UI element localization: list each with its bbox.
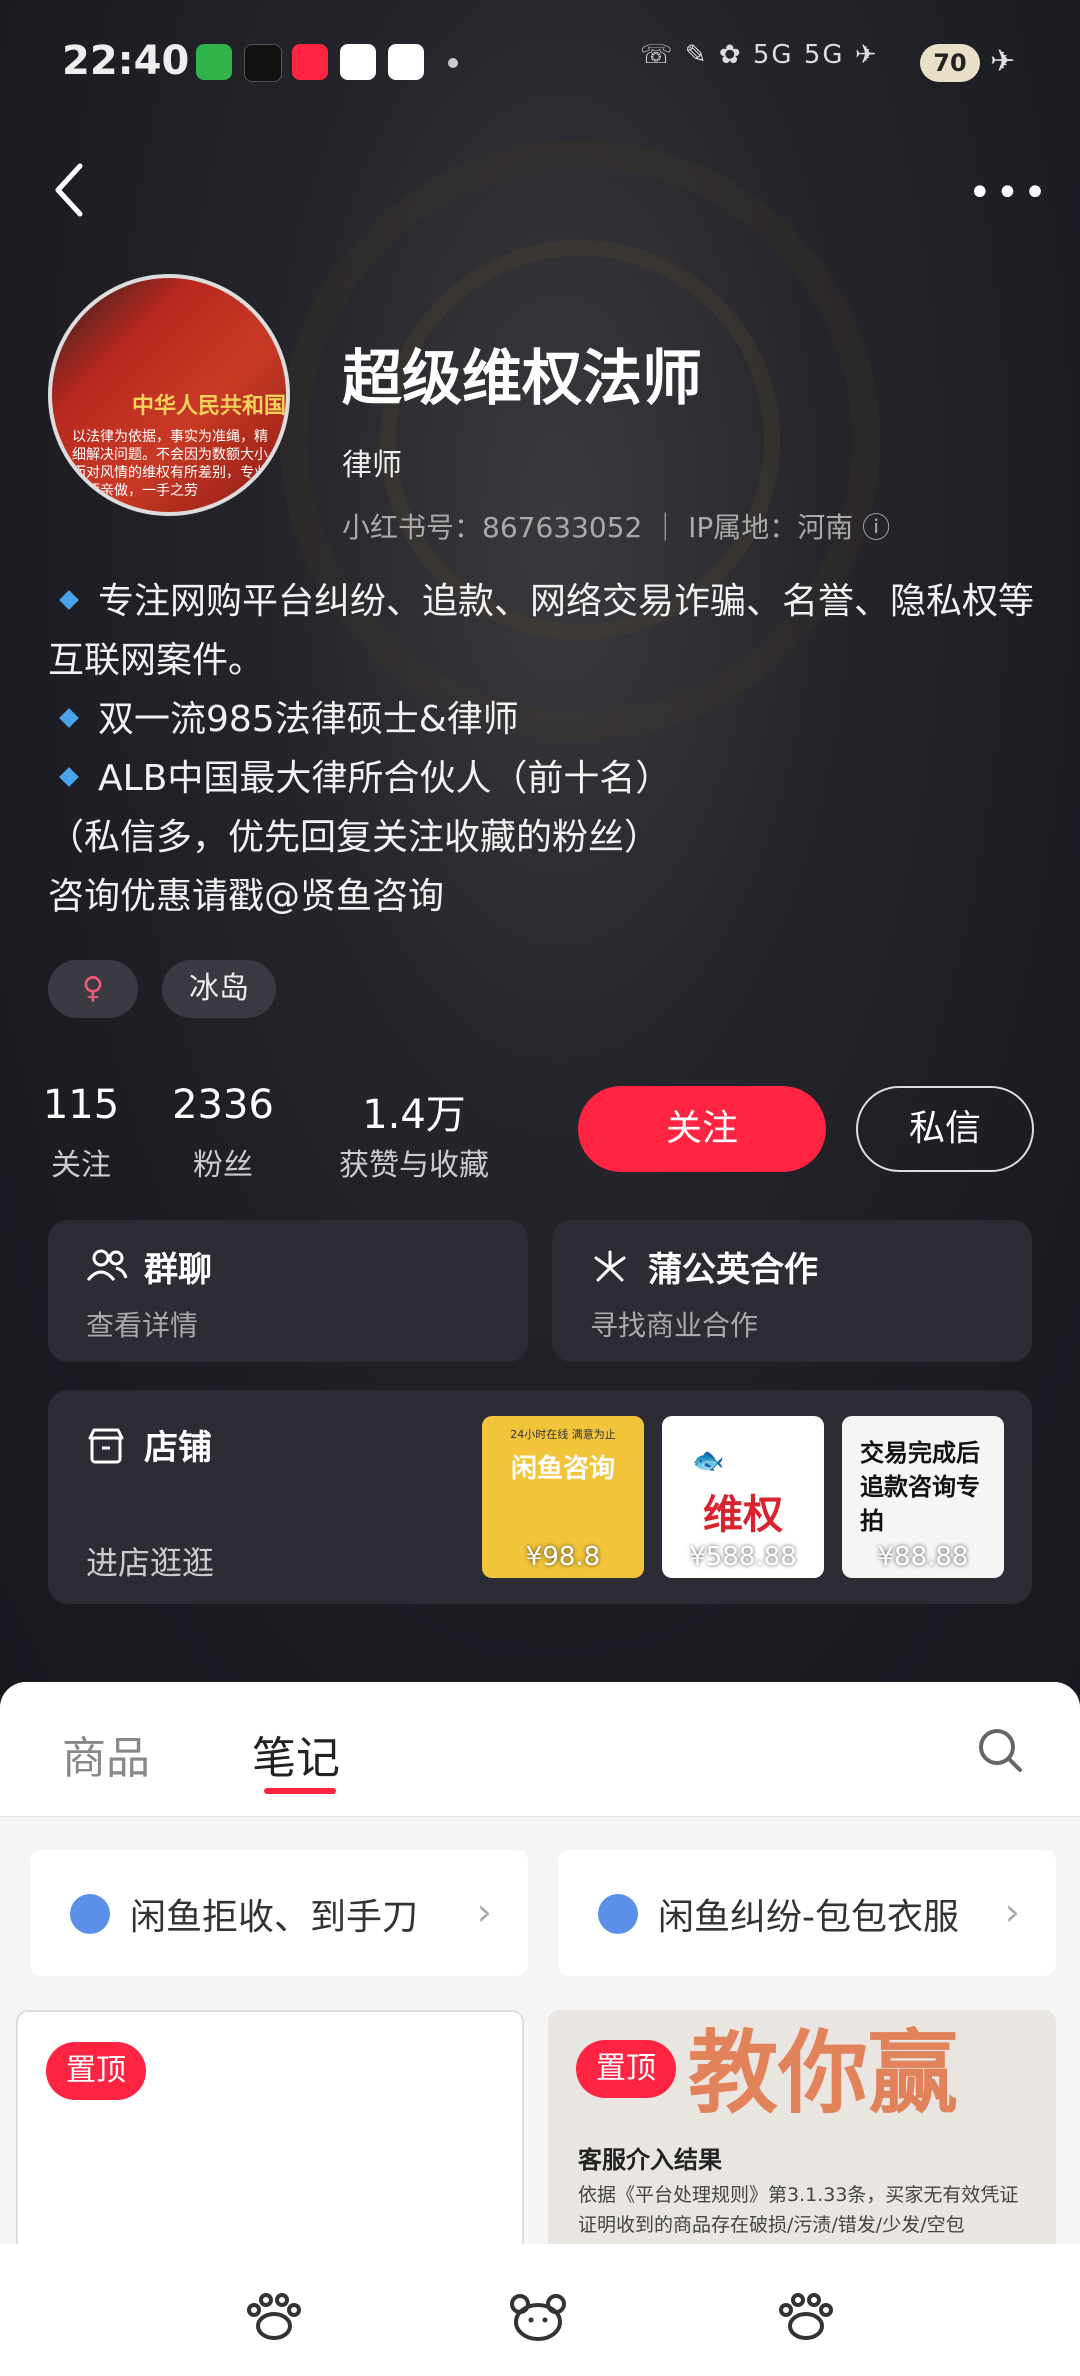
product-thumb-2[interactable]: 🐟 维权 ¥588.88: [662, 1416, 824, 1578]
collection-icon: [70, 1894, 110, 1934]
more-options-icon[interactable]: •••: [968, 170, 1051, 216]
message-button[interactable]: 私信: [856, 1086, 1034, 1172]
note-body: 依据《平台处理规则》第3.1.33条，买家无有效凭证证明收到的商品存在破损/污渍…: [578, 2184, 1019, 2236]
tiktok-icon: [244, 44, 282, 82]
diamond-icon: [59, 767, 79, 787]
product-price: ¥588.88: [689, 1542, 797, 1572]
tab-notes[interactable]: 笔记: [252, 1722, 340, 1786]
gender-tag: ♀: [48, 960, 138, 1018]
bear-icon[interactable]: [508, 2292, 568, 2342]
charging-icon: ✈: [990, 44, 1016, 79]
product-price: ¥98.8: [525, 1542, 601, 1572]
group-icon: [86, 1249, 128, 1281]
note-heading: 客服介入结果: [578, 2146, 722, 2174]
diamond-icon: [59, 708, 79, 728]
battery-indicator: 70: [920, 44, 980, 82]
collection-icon: [598, 1894, 638, 1934]
product-price: ¥88.88: [877, 1542, 969, 1572]
bio-line: 双一流985法律硕士&律师: [48, 690, 1038, 749]
chevron-right-icon: ›: [1004, 1890, 1020, 1934]
dandelion-icon: [594, 1250, 626, 1282]
following-label: 关注: [51, 1148, 111, 1183]
collection-item[interactable]: 闲鱼纠纷-包包衣服 ›: [558, 1850, 1056, 1976]
avatar[interactable]: 中华人民共和国 以法律为依据，事实为准绳，精细解决问题。不会因为数额大小而对风情…: [48, 274, 290, 516]
note-big-text: 教你赢: [688, 2021, 958, 2126]
chevron-right-icon: ›: [476, 1890, 492, 1934]
app-icon: [340, 44, 376, 80]
pinned-badge: 置顶: [576, 2040, 676, 2098]
group-chat-sub: 查看详情: [86, 1309, 199, 1342]
shop-icon: [88, 1428, 124, 1464]
search-icon[interactable]: [976, 1726, 1024, 1774]
xiaohongshu-icon: [292, 44, 328, 80]
followers-count[interactable]: 2336: [166, 1082, 280, 1128]
signal-icons: ☏ ✎ ✿ 5G 5G ✈: [640, 40, 879, 70]
profile-name: 超级维权法师: [342, 344, 702, 414]
followers-label: 粉丝: [193, 1148, 253, 1183]
bio-line: ALB中国最大律所合伙人（前十名）: [48, 749, 1038, 808]
baidu-netdisk-icon: [388, 44, 424, 80]
likes-count[interactable]: 1.4万: [324, 1082, 504, 1140]
product-thumb-1[interactable]: 24小时在线 满意为止 闲鱼咨询 ¥98.8: [482, 1416, 644, 1578]
likes-label: 获赞与收藏: [339, 1148, 489, 1183]
bio-line: （私信多，优先回复关注收藏的粉丝）: [48, 817, 661, 858]
paw-icon[interactable]: [776, 2292, 836, 2342]
bio-line[interactable]: 咨询优惠请戳@贤鱼咨询: [48, 867, 1038, 926]
back-arrow-icon[interactable]: [50, 160, 90, 220]
following-count[interactable]: 115: [38, 1082, 124, 1128]
wechat-icon: [196, 44, 232, 80]
dandelion-card[interactable]: 蒲公英合作 寻找商业合作: [552, 1220, 1032, 1362]
bottom-nav: [0, 2244, 1080, 2376]
avatar-subtext: 以法律为依据，事实为准绳，精细解决问题。不会因为数额大小而对风情的维权有所差别，…: [72, 429, 268, 499]
group-chat-card[interactable]: 群聊 查看详情: [48, 1220, 528, 1362]
profile-id-ip: 小红书号：867633052 ｜ IP属地：河南 ⓘ: [342, 511, 891, 544]
follow-button[interactable]: 关注: [578, 1086, 826, 1172]
collection-item[interactable]: 闲鱼拒收、到手刀 ›: [30, 1850, 528, 1976]
shop-title: 店铺: [144, 1428, 212, 1468]
paw-icon[interactable]: [244, 2292, 304, 2342]
dandelion-title: 蒲公英合作: [648, 1250, 818, 1290]
pinned-badge: 置顶: [46, 2042, 146, 2100]
group-chat-title: 群聊: [144, 1250, 212, 1290]
tab-bar: 商品 笔记: [0, 1682, 1080, 1817]
diamond-icon: [59, 590, 79, 610]
fish-icon: 🐟: [692, 1446, 725, 1476]
profile-role: 律师: [342, 448, 402, 483]
status-time: 22:40: [62, 38, 190, 84]
shop-sub: 进店逛逛: [86, 1544, 215, 1582]
more-notifications-dot: [448, 58, 458, 68]
tab-goods[interactable]: 商品: [62, 1722, 150, 1786]
bio-line: 专注网购平台纠纷、追款、网络交易诈骗、名誉、隐私权等互联网案件。: [48, 581, 1035, 681]
dandelion-sub: 寻找商业合作: [590, 1309, 759, 1342]
product-thumb-3[interactable]: 交易完成后追款咨询专拍 ¥88.88: [842, 1416, 1004, 1578]
active-tab-indicator: [264, 1788, 336, 1794]
avatar-text: 中华人民共和国: [132, 394, 287, 419]
location-tag: 冰岛: [162, 960, 276, 1018]
profile-bio: 专注网购平台纠纷、追款、网络交易诈骗、名誉、隐私权等互联网案件。 双一流985法…: [48, 572, 1038, 926]
